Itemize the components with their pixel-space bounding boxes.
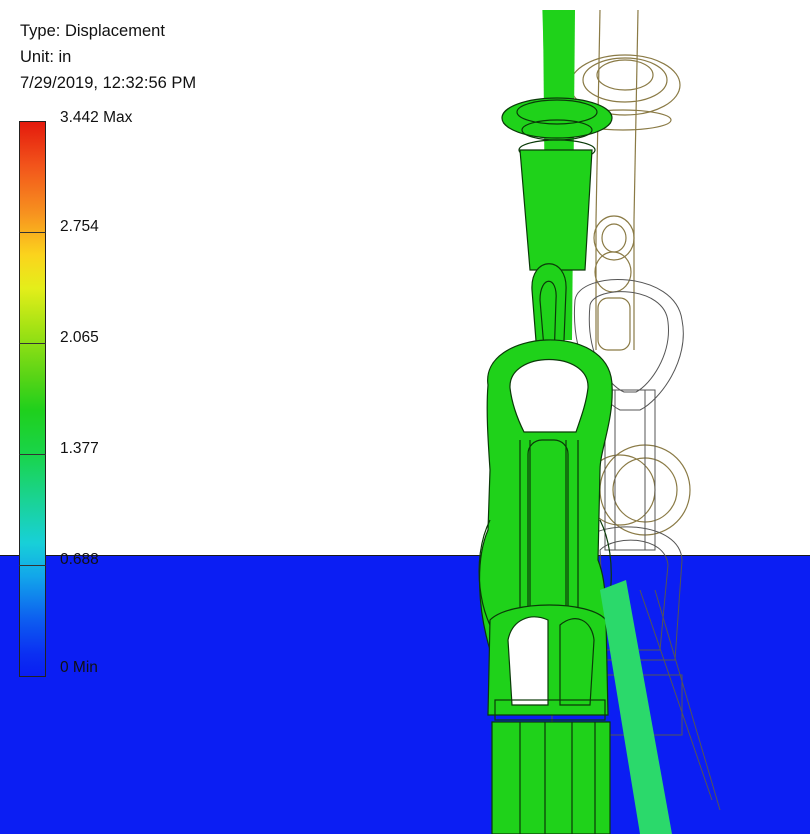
color-scale-tick [19, 232, 46, 233]
scale-label-max: 3.442 Max [60, 109, 133, 126]
scale-label-min: 0 Min [60, 659, 98, 676]
fea-result-viewport[interactable]: Type: Displacement Unit: in 7/29/2019, 1… [0, 0, 810, 834]
deformed-mesh [478, 9, 672, 834]
scale-label-5: 0.688 [60, 551, 99, 568]
scale-label-4: 1.377 [60, 440, 99, 457]
color-scale-tick [19, 565, 46, 566]
result-type-label: Type: Displacement [20, 22, 165, 40]
timestamp-label: 7/29/2019, 12:32:56 PM [20, 74, 197, 92]
color-scale-bar [19, 121, 46, 677]
color-scale-tick [19, 454, 46, 455]
scale-label-3: 2.065 [60, 329, 99, 346]
unit-label: Unit: in [20, 48, 72, 66]
color-scale-tick [19, 343, 46, 344]
scale-label-2: 2.754 [60, 218, 99, 235]
